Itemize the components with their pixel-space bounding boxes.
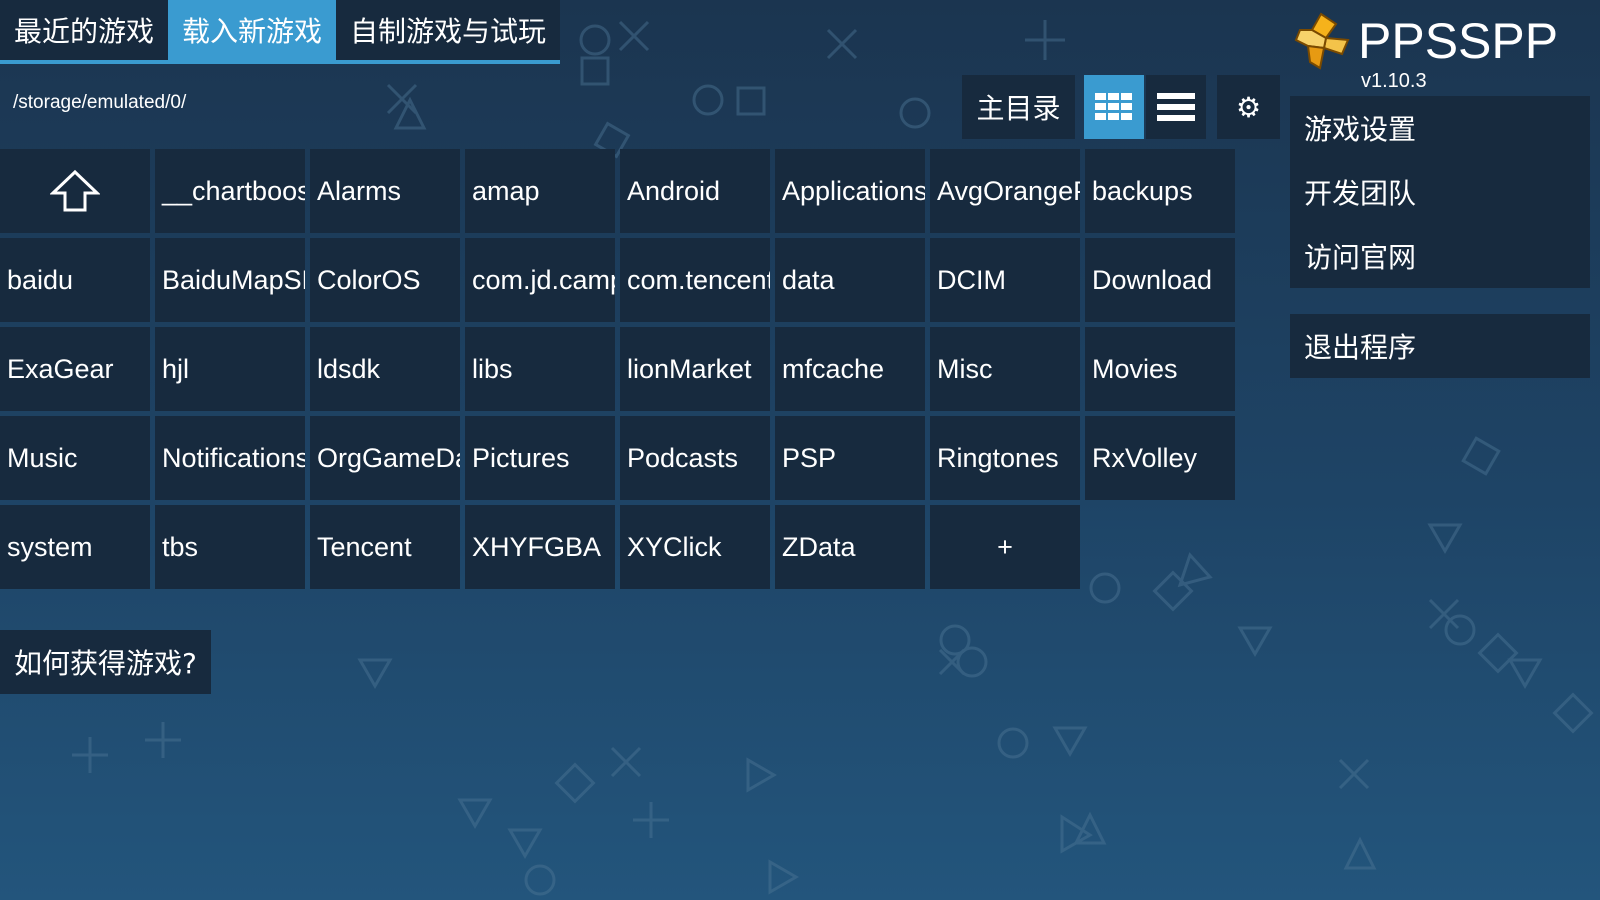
list-view-button[interactable] (1146, 75, 1206, 139)
folder-item[interactable]: Music (0, 416, 150, 500)
folder-item[interactable]: Download (1085, 238, 1235, 322)
folder-item[interactable]: lionMarket (620, 327, 770, 411)
tab-bar: 最近的游戏 载入新游戏 自制游戏与试玩 (0, 0, 561, 64)
file-grid: __chartboost Alarms amap Android Applica… (0, 149, 1235, 589)
game-settings-button[interactable]: 游戏设置 (1290, 96, 1590, 160)
folder-item[interactable]: OrgGameData (310, 416, 460, 500)
folder-item[interactable]: ZData (775, 505, 925, 589)
folder-item[interactable]: Movies (1085, 327, 1235, 411)
folder-item[interactable]: Notifications (155, 416, 305, 500)
folder-item[interactable]: ExaGear (0, 327, 150, 411)
app-version: v1.10.3 (1361, 70, 1427, 92)
folder-item[interactable]: Ringtones (930, 416, 1080, 500)
folder-item[interactable]: system (0, 505, 150, 589)
folder-item[interactable]: Android (620, 149, 770, 233)
folder-item[interactable]: Alarms (310, 149, 460, 233)
up-arrow-icon (50, 169, 100, 212)
folder-item[interactable]: amap (465, 149, 615, 233)
folder-item[interactable]: Misc (930, 327, 1080, 411)
folder-item[interactable]: com.jd.camp (465, 238, 615, 322)
folder-item[interactable]: PSP (775, 416, 925, 500)
grid-view-button[interactable] (1084, 75, 1144, 139)
list-view-icon (1157, 93, 1195, 121)
exit-button[interactable]: 退出程序 (1290, 314, 1590, 378)
app-name: PPSSPP (1358, 13, 1559, 69)
folder-item[interactable]: ldsdk (310, 327, 460, 411)
folder-item[interactable]: baidu (0, 238, 150, 322)
folder-item[interactable]: __chartboost (155, 149, 305, 233)
folder-item[interactable]: mfcache (775, 327, 925, 411)
tab-recent-games[interactable]: 最近的游戏 (0, 0, 169, 60)
add-directory-button[interactable]: + (930, 505, 1080, 589)
folder-item[interactable]: tbs (155, 505, 305, 589)
folder-item[interactable]: XYClick (620, 505, 770, 589)
current-path: /storage/emulated/0/ (13, 92, 187, 113)
folder-item[interactable]: Applications (775, 149, 925, 233)
grid-view-icon (1095, 93, 1132, 120)
settings-button[interactable]: ⚙ (1217, 75, 1280, 139)
side-menu: 游戏设置 开发团队 访问官网 (1290, 96, 1590, 288)
folder-item[interactable]: Podcasts (620, 416, 770, 500)
tab-homebrew-demos[interactable]: 自制游戏与试玩 (336, 0, 561, 60)
tab-load-new-game[interactable]: 载入新游戏 (168, 0, 337, 60)
credits-button[interactable]: 开发团队 (1290, 160, 1590, 224)
visit-website-button[interactable]: 访问官网 (1290, 224, 1590, 288)
home-directory-button[interactable]: 主目录 (962, 75, 1075, 139)
folder-item[interactable]: ColorOS (310, 238, 460, 322)
folder-item[interactable]: RxVolley (1085, 416, 1235, 500)
folder-item[interactable]: data (775, 238, 925, 322)
parent-directory-button[interactable] (0, 149, 150, 233)
ppsspp-logo: PPSSPP (1290, 10, 1558, 72)
folder-item[interactable]: backups (1085, 149, 1235, 233)
ppsspp-logo-icon (1294, 12, 1350, 70)
folder-item[interactable]: AvgOrangePE (930, 149, 1080, 233)
folder-item[interactable]: Pictures (465, 416, 615, 500)
folder-item[interactable]: DCIM (930, 238, 1080, 322)
folder-item[interactable]: Tencent (310, 505, 460, 589)
folder-item[interactable]: XHYFGBA (465, 505, 615, 589)
how-to-get-games-button[interactable]: 如何获得游戏? (0, 630, 211, 694)
folder-item[interactable]: libs (465, 327, 615, 411)
folder-item[interactable]: hjl (155, 327, 305, 411)
folder-item[interactable]: com.tencent. (620, 238, 770, 322)
gear-icon: ⚙ (1235, 90, 1262, 124)
folder-item[interactable]: BaiduMapSDK (155, 238, 305, 322)
